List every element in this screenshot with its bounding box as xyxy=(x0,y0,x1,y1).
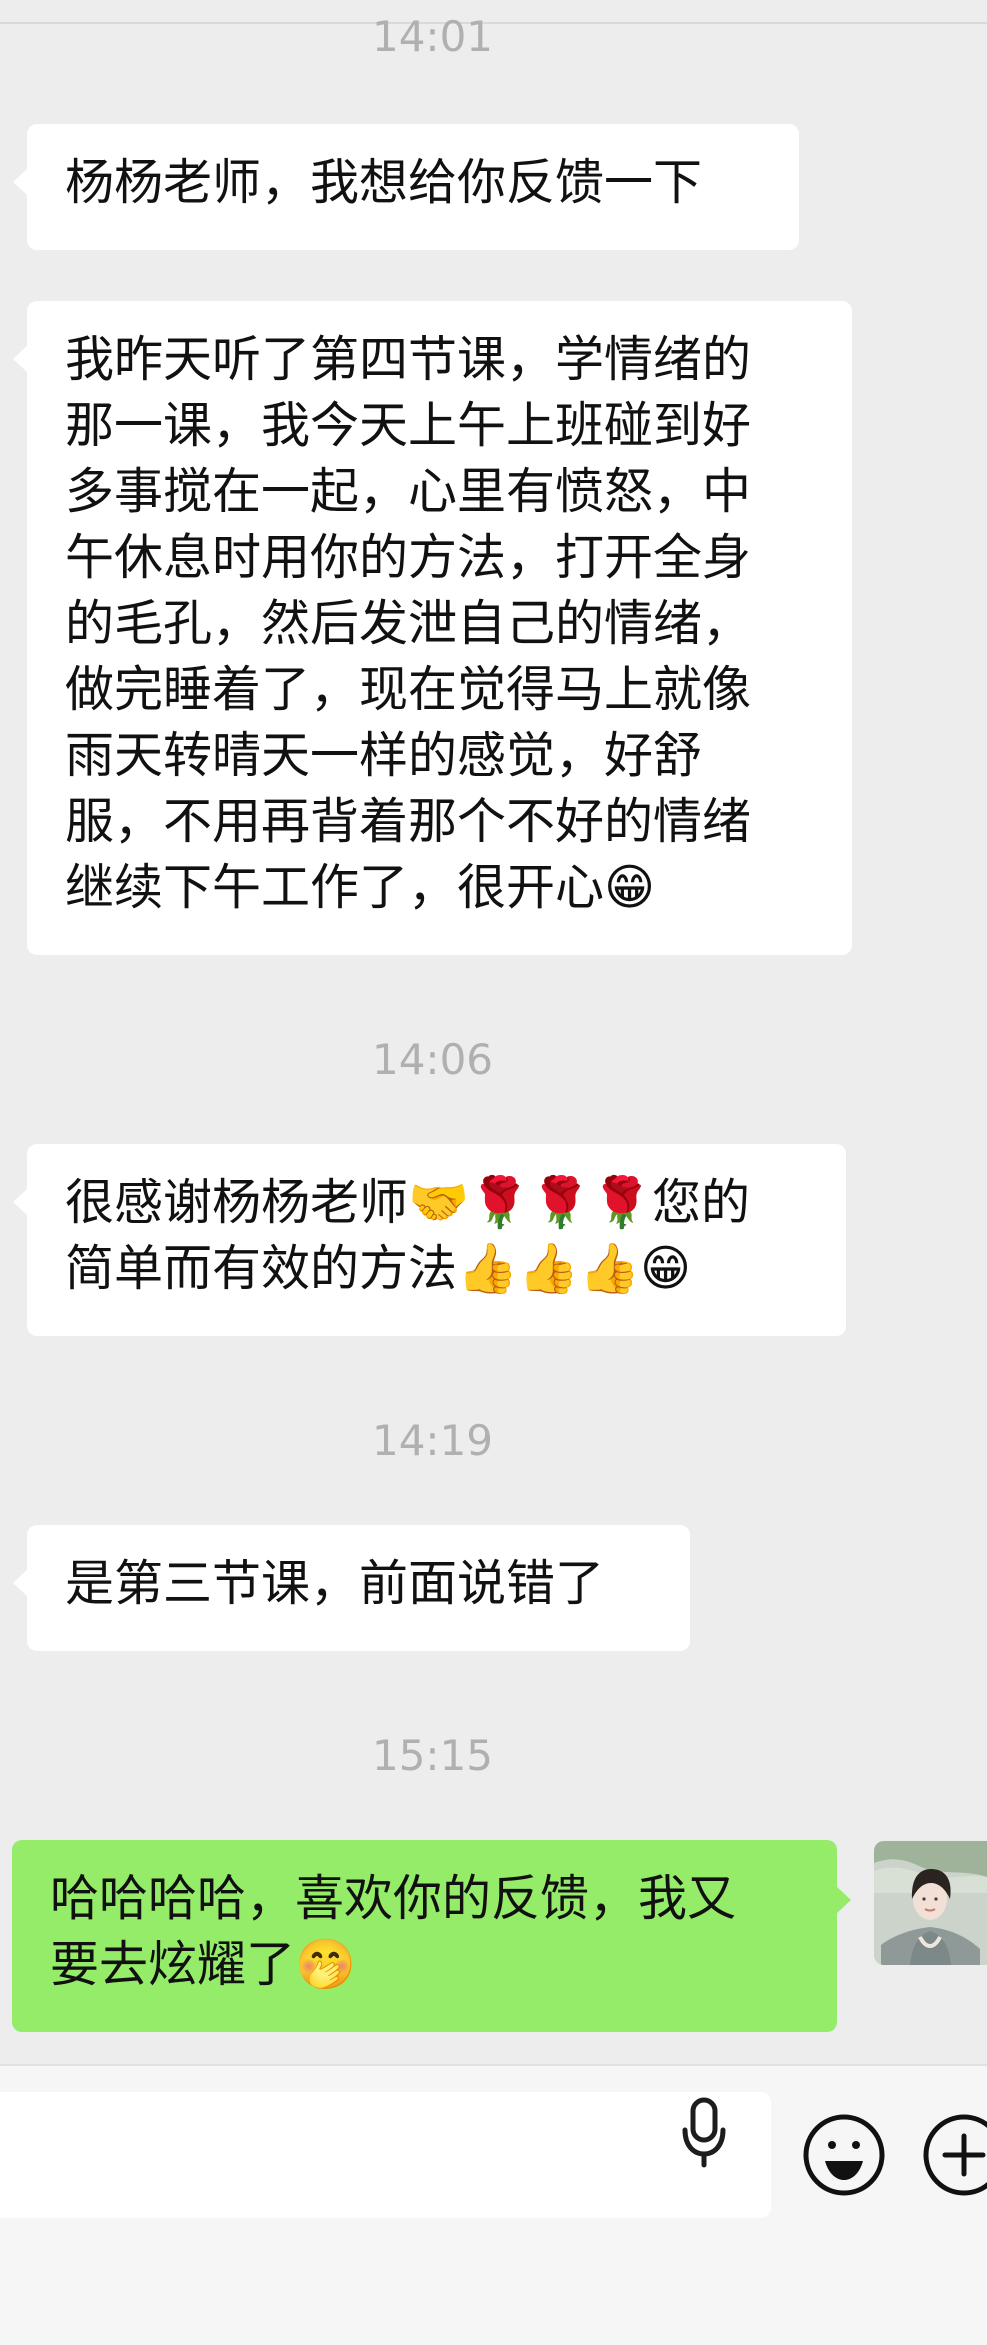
plus-icon[interactable] xyxy=(921,2112,987,2198)
message-text: 很感谢杨杨老师🤝🌹🌹🌹您的 简单而有效的方法👍👍👍😁 xyxy=(65,1174,751,1297)
message-text: 哈哈哈哈，喜欢你的反馈，我又 要去炫耀了🤭 xyxy=(50,1870,737,1993)
message-text: 是第三节课，前面说错了 xyxy=(65,1555,605,1612)
plus-circle-icon xyxy=(923,2114,987,2196)
incoming-message-bubble[interactable]: 我昨天听了第四节课，学情绪的 那一课，我今天上午上班碰到好 多事搅在一起，心里有… xyxy=(13,301,852,955)
incoming-message-bubble[interactable]: 很感谢杨杨老师🤝🌹🌹🌹您的 简单而有效的方法👍👍👍😁 xyxy=(13,1144,846,1336)
outgoing-message-bubble[interactable]: 哈哈哈哈，喜欢你的反馈，我又 要去炫耀了🤭 xyxy=(12,1840,851,2032)
timestamp: 14:19 xyxy=(371,1416,494,1465)
avatar[interactable] xyxy=(874,1841,987,1965)
timestamp: 14:06 xyxy=(371,1035,494,1084)
timestamp: 15:15 xyxy=(371,1731,494,1780)
message-input-bar xyxy=(0,2064,987,2345)
incoming-message-bubble[interactable]: 是第三节课，前面说错了 xyxy=(13,1525,690,1651)
message-input[interactable] xyxy=(0,2092,771,2218)
microphone-icon[interactable] xyxy=(676,2092,732,2174)
emoji-icon[interactable] xyxy=(801,2112,887,2198)
timestamp: 14:01 xyxy=(371,12,494,61)
incoming-message-bubble[interactable]: 杨杨老师，我想给你反馈一下 xyxy=(13,124,799,250)
message-text: 杨杨老师，我想给你反馈一下 xyxy=(65,154,703,211)
microphone-icon-glyph xyxy=(682,2097,726,2168)
smiley-face-icon xyxy=(803,2114,885,2196)
message-text: 我昨天听了第四节课，学情绪的 那一课，我今天上午上班碰到好 多事搅在一起，心里有… xyxy=(65,331,752,916)
chat-message-list[interactable]: 14:01 杨杨老师，我想给你反馈一下 我昨天听了第四节课，学情绪的 那一课，我… xyxy=(0,0,987,2063)
avatar-image xyxy=(874,1841,987,1965)
